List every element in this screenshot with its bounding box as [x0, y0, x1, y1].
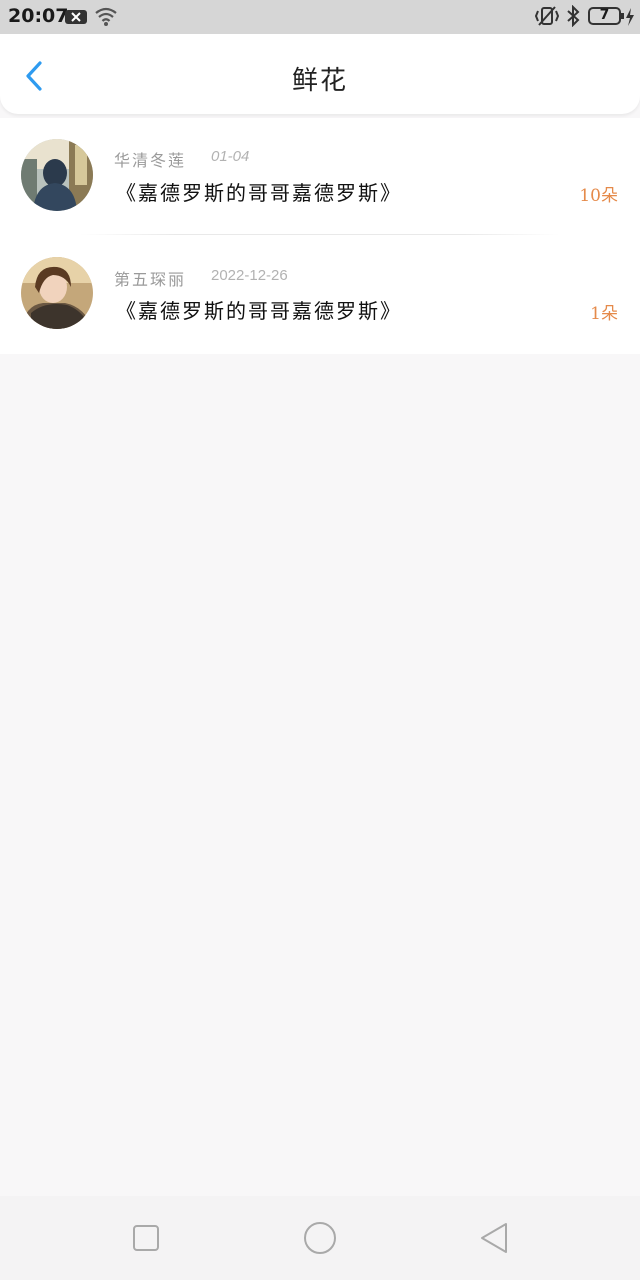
sender-name: 第五琛丽	[114, 270, 187, 289]
list-item[interactable]: 华清冬莲 01-04 《嘉德罗斯的哥哥嘉德罗斯》 10朵	[0, 118, 640, 236]
status-time: 20:07	[8, 5, 69, 27]
row-divider	[80, 234, 560, 235]
app-header: 鲜花	[0, 34, 640, 114]
sender-name: 华清冬莲	[114, 151, 187, 170]
work-title: 《嘉德罗斯的哥哥嘉德罗斯》	[116, 299, 402, 323]
flower-count: 1朵	[590, 304, 618, 324]
back-nav-button[interactable]	[474, 1218, 514, 1258]
status-bar: 20:07 7	[0, 0, 640, 34]
battery-level: 7	[599, 7, 610, 23]
wifi-icon	[94, 5, 118, 31]
flower-count: 10朵	[579, 186, 618, 206]
battery-icon: 7	[588, 6, 624, 26]
avatar[interactable]	[21, 139, 93, 211]
triangle-back-nav-icon	[481, 1223, 507, 1253]
flower-list: 华清冬莲 01-04 《嘉德罗斯的哥哥嘉德罗斯》 10朵 第五琛丽 2022-1…	[0, 118, 640, 354]
circle-nav-icon	[304, 1222, 336, 1254]
page-title: 鲜花	[291, 66, 348, 96]
avatar[interactable]	[21, 257, 93, 329]
send-date: 01-04	[211, 148, 250, 165]
bluetooth-icon	[565, 4, 581, 31]
charging-icon	[624, 7, 636, 31]
list-item[interactable]: 第五琛丽 2022-12-26 《嘉德罗斯的哥哥嘉德罗斯》 1朵	[0, 236, 640, 354]
square-nav-icon	[133, 1225, 159, 1251]
system-nav-bar	[0, 1196, 640, 1280]
work-title: 《嘉德罗斯的哥哥嘉德罗斯》	[116, 181, 402, 205]
recent-apps-button[interactable]	[126, 1218, 166, 1258]
notification-x-icon	[64, 7, 88, 31]
home-button[interactable]	[300, 1218, 340, 1258]
send-date: 2022-12-26	[211, 267, 288, 284]
vibrate-icon	[534, 5, 560, 31]
